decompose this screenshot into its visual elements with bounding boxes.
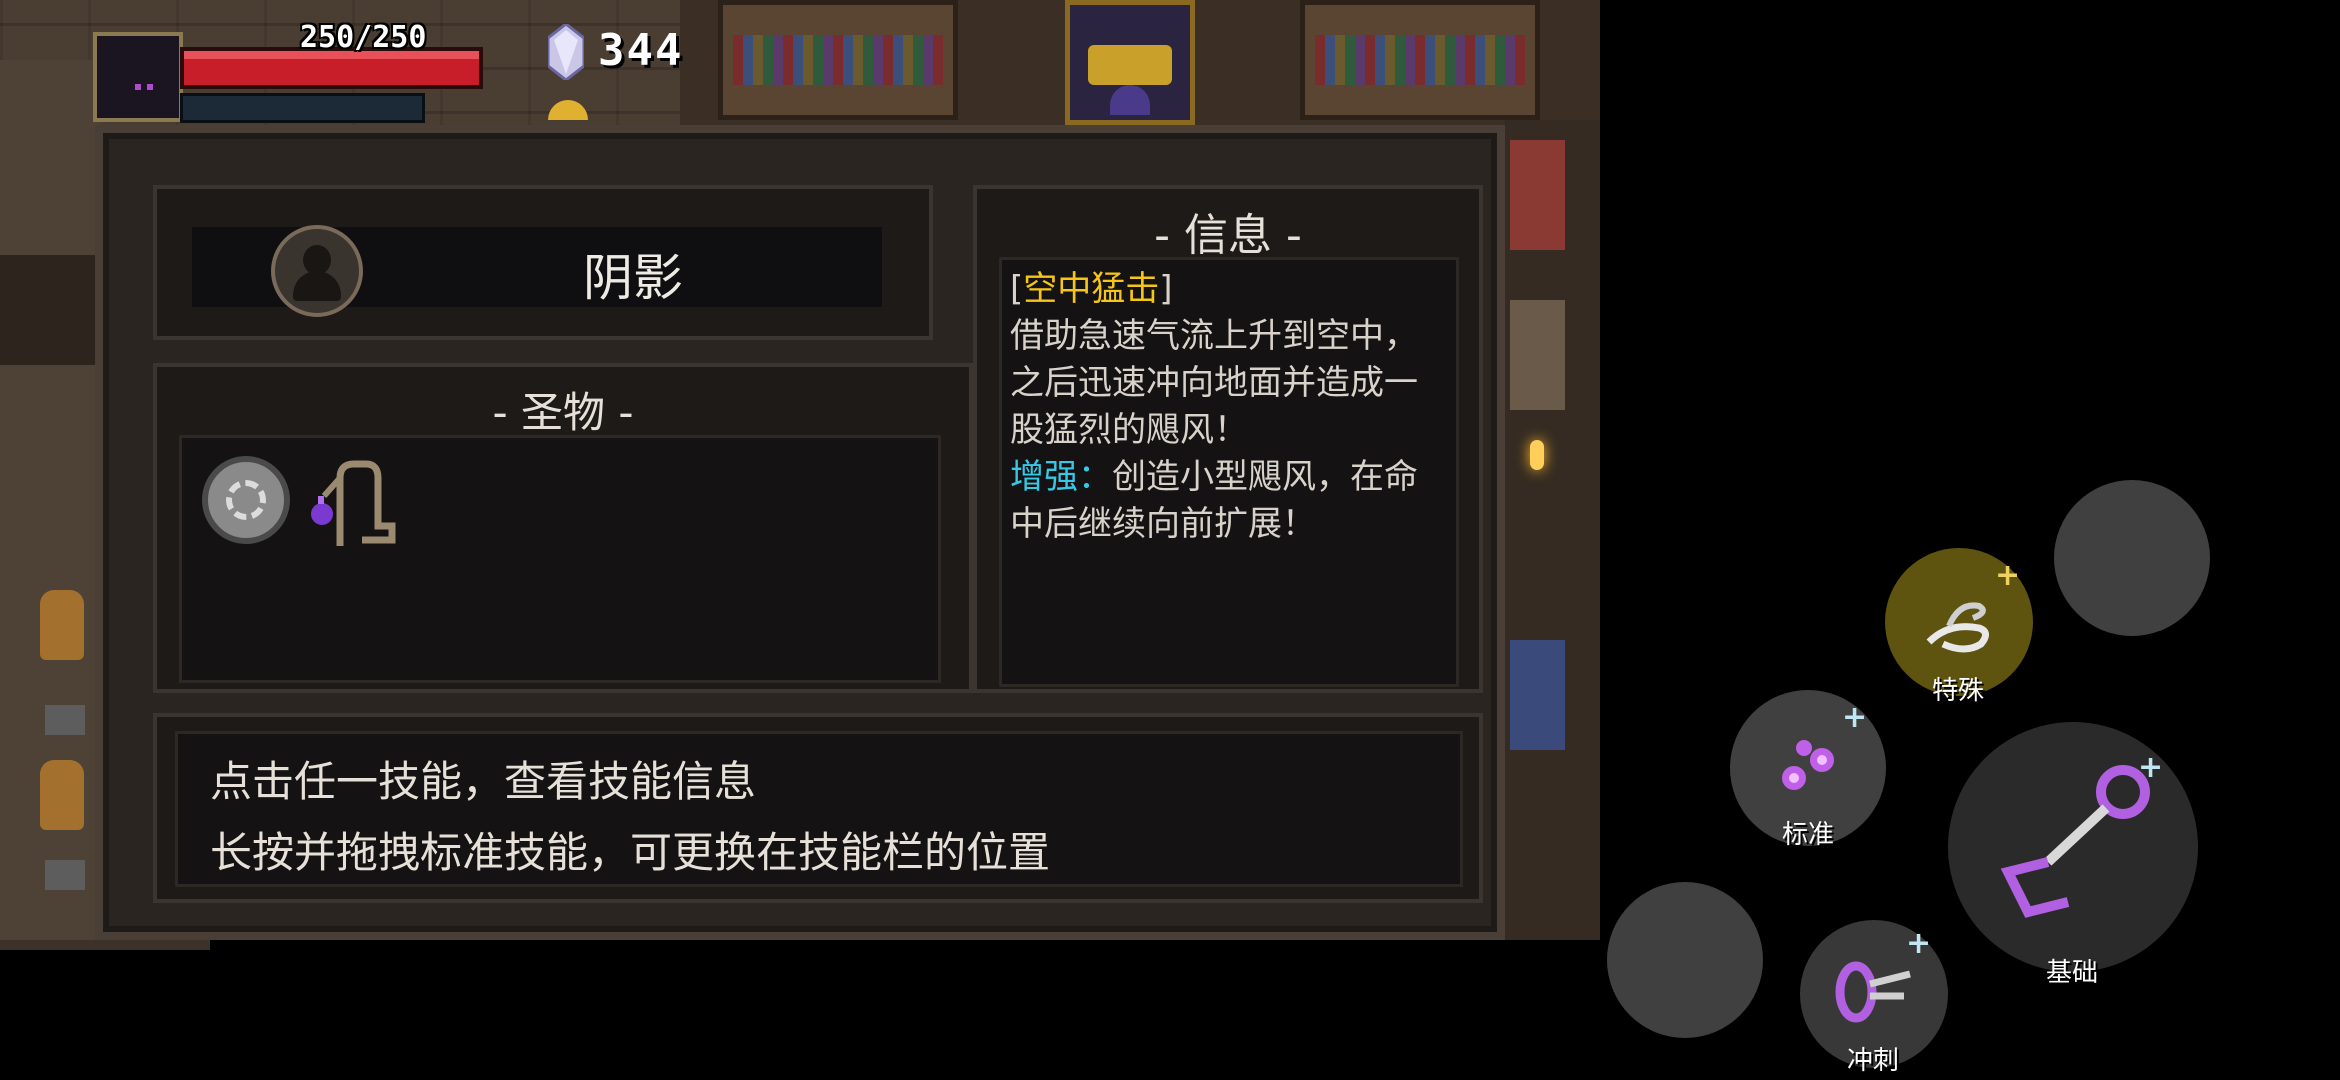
relics-list [179,435,941,683]
info-section: - 信息 - [空中猛击] 借助急速气流上升到空中，之后迅速冲向地面并造成一股猛… [973,185,1483,693]
wind-tornado-icon [1926,602,1989,653]
dummy-base [45,860,85,890]
bookshelf [718,0,958,120]
dash-skill-label: 冲刺 [1846,1046,1899,1076]
standard-skill-label: 标准 [1781,820,1834,850]
upgrade-plus: + [2138,750,2164,785]
purple-flame-lamp-icon[interactable] [302,456,402,552]
skill-name: 空中猛击 [1023,269,1160,309]
hint-section: 点击任一技能，查看技能信息 长按并拖拽标准技能，可更换在技能栏的位置 [153,713,1483,903]
training-dummy [40,760,84,830]
basic-attack-button[interactable]: + [1948,722,2198,972]
upgrade-plus: + [1995,558,2021,593]
character-name: 阴影 [583,249,683,307]
health-text: 250/250 [300,20,427,55]
character-avatar-icon[interactable] [271,225,363,317]
upgrade-plus: + [1906,926,1932,961]
info-content: [空中猛击] 借助急速气流上升到空中，之后迅速冲向地面并造成一股猛烈的飓风！ 增… [999,257,1459,687]
bracket-close: ] [1159,269,1173,309]
character-name-box [153,185,933,340]
hint-line-1: 点击任一技能，查看技能信息 [210,757,757,806]
silver-rune-disc-icon[interactable] [202,456,290,544]
info-title: - 信息 - [1154,210,1302,261]
dummy-base [45,705,85,735]
torch-icon [1530,440,1544,470]
crystal-gem-icon [548,24,584,80]
basic-attack-label: 基础 [2045,958,2098,988]
purple-dash-icon [1835,961,1911,1023]
bookshelf [1300,0,1540,120]
bracket-open: [ [1010,269,1024,309]
relics-section: - 圣物 - [153,363,973,693]
skill-description: [空中猛击] 借助急速气流上升到空中，之后迅速冲向地面并造成一股猛烈的飓风！ 增… [1010,266,1448,548]
gem-count: 344 [598,25,684,76]
training-dummy [40,590,84,660]
right-wall [1505,120,1600,950]
player-portrait [93,32,183,122]
mana-bar [180,93,425,123]
boost-label: 增强： [1010,457,1112,497]
relics-title: - 圣物 - [492,388,634,437]
purple-claw-icon [1782,740,1834,790]
hint-content: 点击任一技能，查看技能信息 长按并拖拽标准技能，可更换在技能栏的位置 [175,731,1463,887]
throne [1065,0,1195,125]
floor-corner [0,940,210,950]
empty-skill-slot[interactable] [2054,480,2210,636]
special-skill-label: 特殊 [1931,676,1984,706]
character-info-panel: 阴影 - 圣物 - - 信息 - [空中猛击] 借助急速气流上升到空中，之后迅速… [95,125,1505,940]
hint-line-2: 长按并拖拽标准技能，可更换在技能栏的位置 [210,828,1051,877]
shadow-area [210,940,1600,950]
skill-description-text: 借助急速气流上升到空中，之后迅速冲向地面并造成一股猛烈的飓风！ [1010,316,1418,450]
upgrade-plus: + [1842,700,1868,735]
empty-skill-slot[interactable] [1607,882,1763,1038]
